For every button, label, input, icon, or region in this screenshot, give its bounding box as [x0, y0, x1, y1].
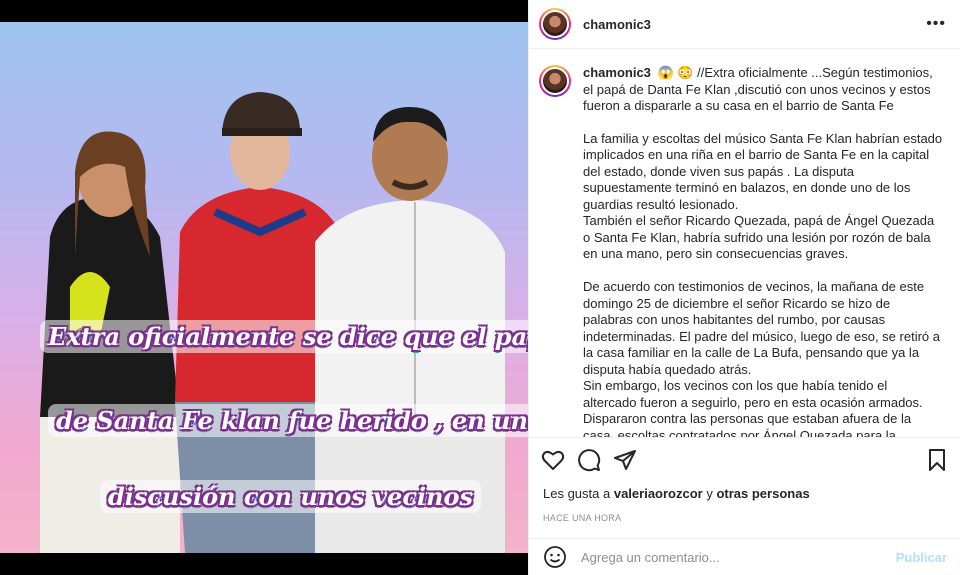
action-icons	[541, 438, 949, 482]
caption-paragraph: De acuerdo con testimonios de vecinos, l…	[583, 279, 940, 377]
caption-paragraph	[583, 263, 943, 280]
comment-input[interactable]	[581, 549, 896, 565]
caption-row: chamonic3 😱 😳 //Extra oficialmente ...Se…	[539, 65, 945, 115]
likes-line: Les gusta a valeriaorozcor y otras perso…	[541, 482, 949, 501]
avatar[interactable]	[539, 8, 571, 40]
overlay-line-1: Extra oficialmente se dice que el papá	[40, 320, 528, 353]
emoji-icon[interactable]	[543, 545, 567, 569]
publish-button[interactable]: Publicar	[896, 550, 947, 565]
likes-conj: y	[706, 486, 713, 501]
likes-others[interactable]: otras personas	[716, 486, 809, 501]
bookmark-icon[interactable]	[925, 448, 949, 472]
caption-avatar[interactable]	[539, 65, 571, 97]
heart-icon[interactable]	[541, 448, 565, 472]
caption-username[interactable]: chamonic3	[583, 65, 651, 80]
send-icon[interactable]	[613, 448, 637, 472]
post-header: chamonic3 •••	[529, 0, 960, 49]
caption-body: La familia y escoltas del músico Santa F…	[583, 131, 943, 438]
post-timestamp[interactable]: HACE UNA HORA	[541, 501, 949, 523]
post-media[interactable]: Extra oficialmente se dice que el papá d…	[0, 0, 528, 575]
comment-icon[interactable]	[577, 448, 601, 472]
caption-paragraph: También el señor Ricardo Quezada, papá d…	[583, 213, 935, 261]
header-username[interactable]: chamonic3	[583, 17, 926, 32]
comment-box: Publicar	[529, 538, 960, 575]
post-photo: Extra oficialmente se dice que el papá d…	[0, 22, 528, 553]
post-actions: Les gusta a valeriaorozcor y otras perso…	[529, 437, 960, 523]
post-side-panel: chamonic3 ••• chamonic3 😱 😳 //Extra ofic…	[528, 0, 960, 575]
overlay-line-3: discusión con unos vecinos	[100, 480, 482, 513]
caption-scroll-area[interactable]: chamonic3 😱 😳 //Extra oficialmente ...Se…	[529, 49, 960, 437]
likes-user[interactable]: valeriaorozcor	[614, 486, 703, 501]
more-options-icon[interactable]: •••	[926, 15, 946, 33]
caption-paragraph: La familia y escoltas del músico Santa F…	[583, 130, 943, 212]
likes-prefix: Les gusta a	[543, 486, 611, 501]
caption-paragraph: Sin embargo, los vecinos con los que hab…	[583, 378, 923, 437]
overlay-line-2: de Santa Fe klan fue herido , en una	[48, 404, 528, 437]
caption-text: chamonic3 😱 😳 //Extra oficialmente ...Se…	[583, 65, 945, 115]
